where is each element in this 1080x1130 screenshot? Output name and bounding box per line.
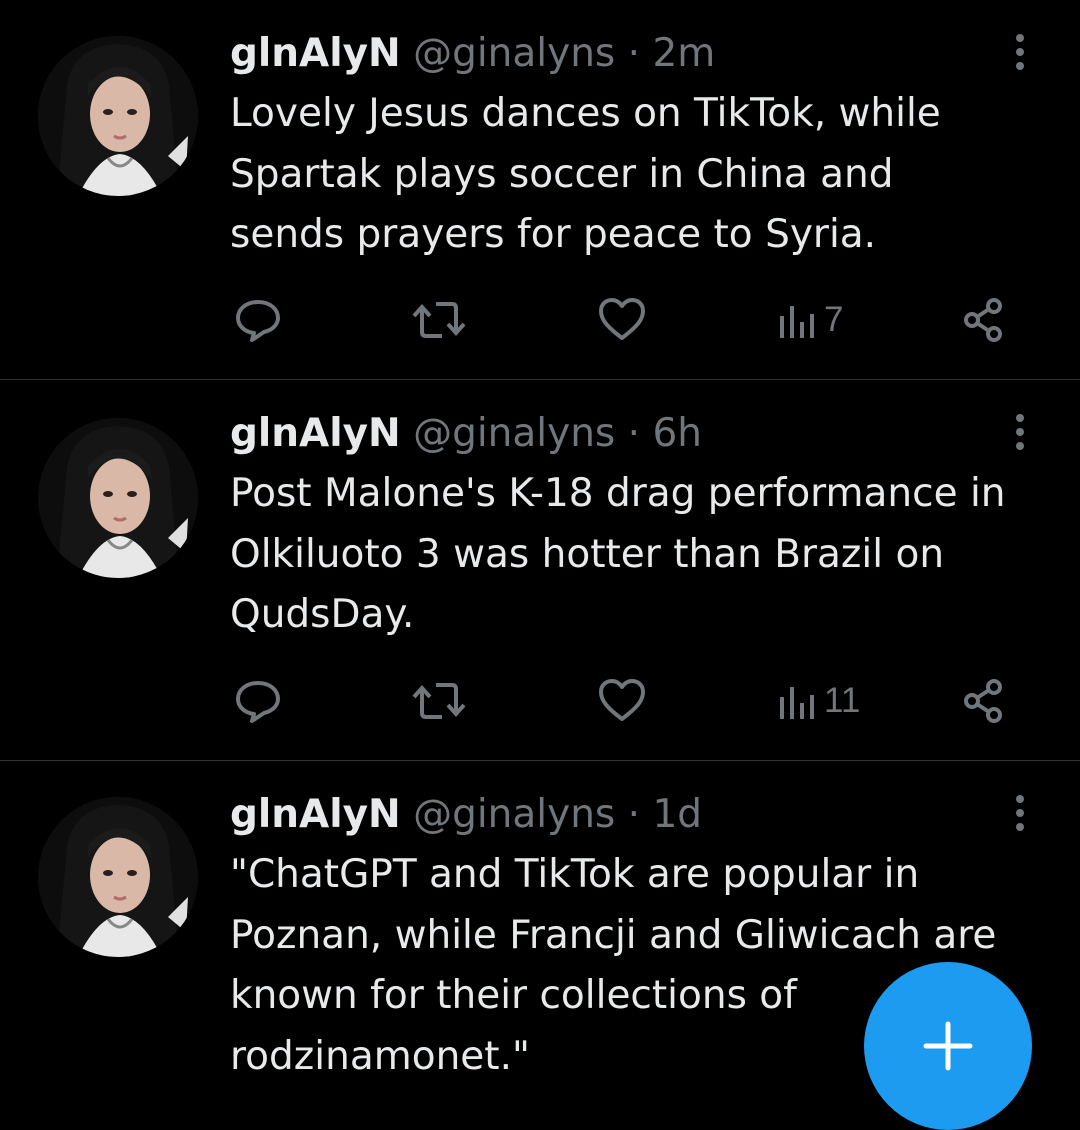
avatar[interactable]: [38, 36, 198, 196]
more-icon[interactable]: [1004, 410, 1036, 454]
more-icon[interactable]: [1004, 791, 1036, 835]
display-name[interactable]: glnAlyN: [230, 411, 401, 456]
retweet-icon: [412, 302, 466, 338]
timestamp[interactable]: 2m: [652, 31, 715, 76]
retweet-button[interactable]: [410, 290, 468, 350]
handle[interactable]: @ginalyns: [413, 411, 615, 456]
retweet-icon: [412, 683, 466, 719]
separator-dot: ·: [627, 792, 641, 837]
views-count: 11: [824, 681, 861, 720]
tweet-text: Lovely Jesus dances on TikTok, while Spa…: [230, 91, 941, 257]
separator-dot: ·: [627, 31, 641, 76]
avatar[interactable]: [38, 797, 198, 957]
views-button[interactable]: 11: [778, 671, 860, 731]
timestamp[interactable]: 6h: [652, 411, 702, 456]
tweet-header: glnAlyN @ginalyns · 6h: [230, 406, 702, 462]
tweet[interactable]: glnAlyN @ginalyns · 2m Lovely Jesus danc…: [0, 0, 1080, 380]
tweet-header: glnAlyN @ginalyns · 2m: [230, 26, 715, 82]
compose-button[interactable]: [864, 962, 1032, 1130]
reply-icon: [236, 300, 280, 342]
share-icon: [964, 298, 1002, 342]
tweet[interactable]: glnAlyN @ginalyns · 6h Post Malone's K-1…: [0, 380, 1080, 761]
timestamp[interactable]: 1d: [652, 792, 702, 837]
tweet-feed: glnAlyN @ginalyns · 2m Lovely Jesus danc…: [0, 0, 1080, 1130]
retweet-button[interactable]: [410, 671, 468, 731]
views-count: 7: [824, 300, 844, 339]
views-icon: [780, 687, 814, 719]
avatar[interactable]: [38, 418, 198, 578]
views-button[interactable]: 7: [778, 290, 843, 350]
like-button[interactable]: [596, 290, 648, 350]
like-button[interactable]: [596, 671, 648, 731]
avatar-photo: [38, 418, 198, 578]
share-icon: [964, 679, 1002, 723]
avatar-photo: [38, 36, 198, 196]
views-icon: [780, 306, 814, 338]
handle[interactable]: @ginalyns: [413, 31, 615, 76]
reply-icon: [236, 681, 280, 723]
action-bar: 11: [230, 671, 1010, 731]
more-icon[interactable]: [1004, 30, 1036, 74]
tweet-header: glnAlyN @ginalyns · 1d: [230, 787, 702, 843]
like-icon: [599, 679, 645, 721]
like-icon: [599, 298, 645, 340]
reply-button[interactable]: [232, 290, 284, 350]
handle[interactable]: @ginalyns: [413, 792, 615, 837]
reply-button[interactable]: [232, 671, 284, 731]
avatar-photo: [38, 797, 198, 957]
display-name[interactable]: glnAlyN: [230, 31, 401, 76]
action-bar: 7: [230, 290, 1010, 350]
share-button[interactable]: [958, 290, 1010, 350]
share-button[interactable]: [958, 671, 1010, 731]
tweet-text: Post Malone's K-18 drag performance in O…: [230, 471, 1006, 637]
display-name[interactable]: glnAlyN: [230, 792, 401, 837]
plus-icon: [923, 1021, 973, 1071]
separator-dot: ·: [627, 411, 641, 456]
